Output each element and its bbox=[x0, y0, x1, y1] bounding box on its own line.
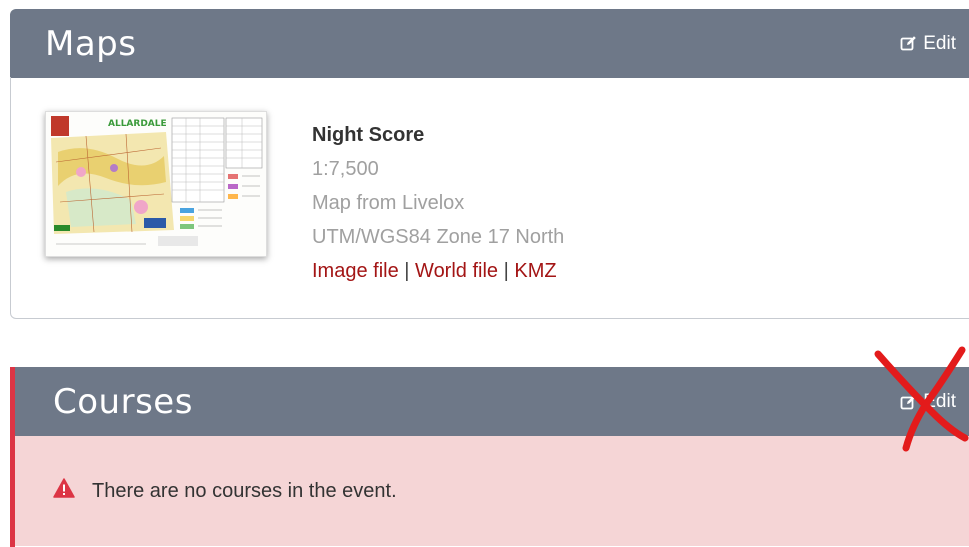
link-separator: | bbox=[404, 260, 410, 282]
courses-panel-title: Courses bbox=[53, 382, 193, 422]
maps-panel-header: Maps Edit bbox=[10, 9, 969, 78]
image-file-link[interactable]: Image file bbox=[312, 260, 399, 282]
no-courses-message: There are no courses in the event. bbox=[92, 479, 397, 502]
map-thumbnail-title: ALLARDALE bbox=[108, 119, 167, 129]
no-courses-alert: There are no courses in the event. bbox=[53, 478, 397, 504]
map-projection: UTM/WGS84 Zone 17 North bbox=[312, 226, 565, 248]
map-name[interactable]: Night Score bbox=[312, 118, 564, 152]
map-details: Night Score 1:7,500 Map from Livelox UTM… bbox=[312, 118, 564, 288]
map-source: Map from Livelox bbox=[312, 192, 465, 214]
courses-panel-header: Courses Edit bbox=[15, 367, 969, 437]
maps-panel-title: Maps bbox=[45, 23, 137, 64]
warning-icon bbox=[53, 478, 75, 504]
maps-edit-link[interactable]: Edit bbox=[900, 33, 956, 55]
map-links: Image file | World file | KMZ bbox=[312, 254, 564, 288]
maps-edit-label: Edit bbox=[923, 32, 956, 54]
map-scale: 1:7,500 bbox=[312, 158, 379, 180]
world-file-link[interactable]: World file bbox=[415, 260, 498, 282]
link-separator: | bbox=[503, 260, 509, 282]
map-thumbnail[interactable]: ALLARDALE bbox=[45, 111, 267, 257]
kmz-link[interactable]: KMZ bbox=[514, 260, 556, 282]
edit-icon bbox=[900, 35, 917, 52]
red-x-annotation bbox=[874, 346, 969, 452]
